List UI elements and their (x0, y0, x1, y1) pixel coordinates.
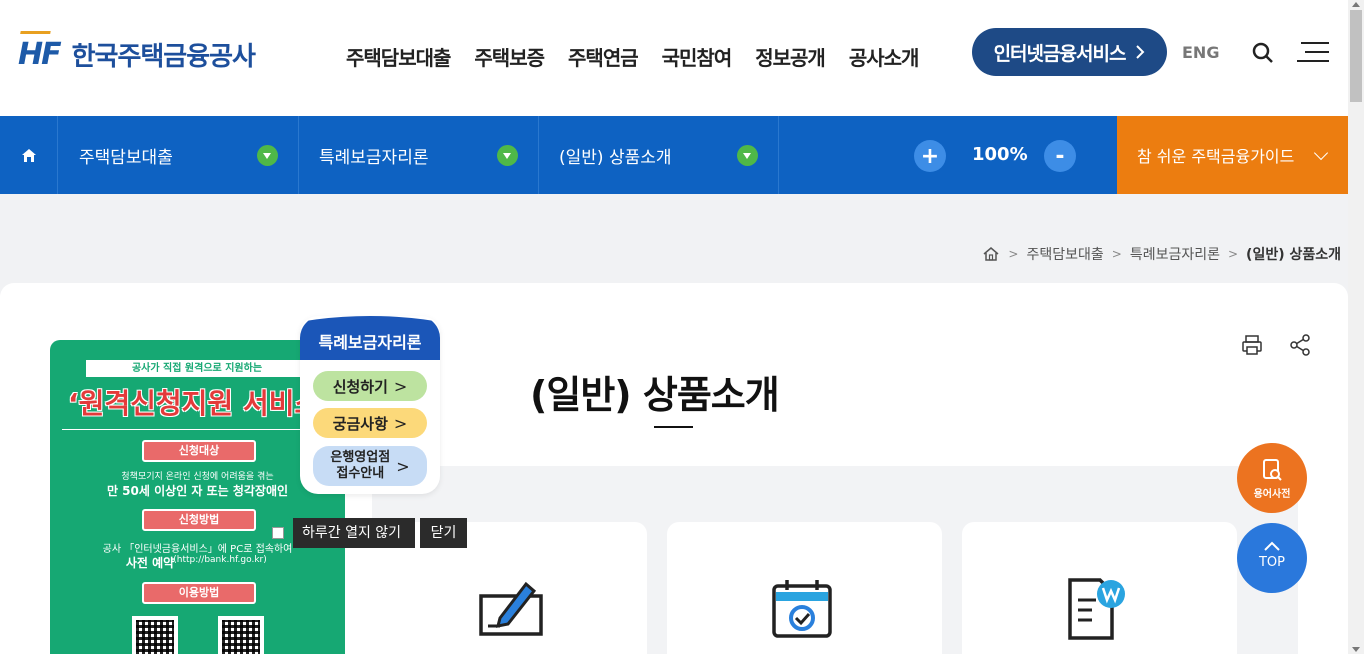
home-button[interactable] (0, 116, 58, 194)
dictionary-label: 용어사전 (1253, 489, 1291, 500)
search-icon[interactable] (1252, 42, 1274, 64)
print-icon[interactable] (1240, 333, 1264, 357)
popup-method-label: 신청방법 (142, 509, 256, 531)
top-label: TOP (1258, 555, 1285, 570)
zoom-level: 100% (972, 144, 1028, 165)
hf-logo-icon: HF (18, 31, 62, 72)
main-nav: 주택담보대출 주택보증 주택연금 국민참여 정보공개 공사소개 (346, 42, 920, 71)
nav-item-disclosure[interactable]: 정보공개 (755, 42, 826, 71)
zoom-out-button[interactable]: - (1044, 140, 1076, 172)
depth2-label: 특례보금자리론 (319, 147, 429, 168)
breadcrumb-separator-icon: > (1227, 247, 1239, 261)
no-more-today-checkbox[interactable] (272, 527, 284, 539)
depth3-select[interactable]: (일반) 상품소개 (539, 116, 779, 194)
chevron-up-icon (1264, 541, 1280, 551)
breadcrumb-item[interactable]: 주택담보대출 (1026, 244, 1103, 264)
nav-item-participation[interactable]: 국민참여 (662, 42, 733, 71)
chevron-right-icon: > (393, 376, 408, 396)
popup-usage-label: 이용방법 (142, 582, 256, 604)
dropdown-arrow-icon (737, 145, 758, 166)
internet-service-button[interactable]: 인터넷금융서비스 (972, 28, 1167, 76)
logo[interactable]: HF 한국주택금융공사 (18, 31, 256, 73)
logo-text: 한국주택금융공사 (71, 42, 256, 72)
popup-headline: ‘원격신청지원 서비스 (68, 387, 321, 420)
product-card[interactable] (962, 522, 1237, 654)
home-icon (21, 148, 36, 162)
popup-method-url: (http://bank.hf.go.kr) (173, 555, 267, 565)
dropdown-arrow-icon (497, 145, 518, 166)
breadcrumb-separator-icon: > (1008, 247, 1019, 261)
zoom-in-button[interactable]: + (914, 140, 946, 172)
scroll-top-button[interactable]: TOP (1237, 523, 1307, 593)
no-more-today-button[interactable]: 하루간 열지 않기 (293, 518, 415, 548)
depth2-select[interactable]: 특례보금자리론 (299, 116, 539, 194)
branch-info-label: 은행영업점 접수안내 (330, 450, 391, 481)
nav-item-about[interactable]: 공사소개 (849, 42, 920, 71)
faq-button[interactable]: 궁금사항 > (313, 408, 427, 438)
housing-finance-guide-button[interactable]: 참 쉬운 주택금융가이드 (1117, 116, 1348, 194)
depth1-label: 주택담보대출 (79, 147, 173, 168)
internet-service-label: 인터넷금융서비스 (993, 42, 1127, 65)
nav-item-pension[interactable]: 주택연금 (568, 42, 639, 71)
guide-label: 참 쉬운 주택금융가이드 (1137, 147, 1295, 166)
product-card[interactable] (667, 522, 942, 654)
popup-top-banner: 공사가 직접 원격으로 지원하는 (86, 360, 308, 377)
divider (62, 429, 333, 430)
qr-code-icon (218, 616, 264, 654)
chevron-right-icon: > (396, 456, 410, 476)
document-won-icon (1068, 578, 1125, 640)
scroll-up-icon[interactable] (1352, 2, 1360, 7)
chevron-down-icon (1313, 145, 1329, 161)
depth3-label: (일반) 상품소개 (559, 147, 672, 168)
nav-item-guarantee[interactable]: 주택보증 (474, 42, 545, 71)
location-bar: 주택담보대출 특례보금자리론 (일반) 상품소개 + 100% - 참 쉬운 주… (0, 116, 1348, 194)
branch-info-button[interactable]: 은행영업점 접수안내 > (313, 446, 427, 486)
language-eng-link[interactable]: ENG (1182, 43, 1219, 62)
special-loan-title: 특례보금자리론 (300, 316, 440, 360)
site-header: HF 한국주택금융공사 주택담보대출 주택보증 주택연금 국민참여 정보공개 공… (0, 0, 1348, 116)
apply-button[interactable]: 신청하기 > (313, 371, 427, 401)
apply-label: 신청하기 (332, 377, 388, 396)
page-scrollbar[interactable] (1348, 0, 1364, 654)
dictionary-button[interactable]: 용어사전 (1237, 443, 1307, 513)
popup-close-button[interactable]: 닫기 (420, 518, 467, 548)
scrollbar-thumb[interactable] (1350, 10, 1362, 102)
popup-target-label: 신청대상 (142, 440, 256, 462)
chevron-right-icon (1136, 45, 1145, 59)
hamburger-menu-icon[interactable] (1297, 42, 1329, 62)
breadcrumb: > 주택담보대출 > 특례보금자리론 > (일반) 상품소개 (982, 244, 1341, 264)
share-icon[interactable] (1288, 333, 1312, 357)
breadcrumb-current: (일반) 상품소개 (1246, 247, 1341, 263)
qr-code-icon (132, 616, 178, 654)
popup-target-main: 만 50세 이상인 자 또는 청각장애인 (106, 484, 289, 498)
dropdown-arrow-icon (257, 145, 278, 166)
nav-item-mortgage[interactable]: 주택담보대출 (346, 42, 451, 71)
scroll-down-icon[interactable] (1352, 647, 1360, 652)
title-underline (654, 426, 693, 428)
page-title: (일반) 상품소개 (530, 373, 780, 417)
breadcrumb-item[interactable]: 특례보금자리론 (1130, 244, 1220, 264)
apply-pen-icon (479, 581, 543, 636)
breadcrumb-separator-icon: > (1111, 247, 1122, 261)
depth1-select[interactable]: 주택담보대출 (59, 116, 299, 194)
faq-label: 궁금사항 (332, 414, 388, 433)
book-search-icon (1263, 459, 1282, 481)
chevron-right-icon: > (393, 413, 408, 433)
home-outline-icon[interactable] (982, 246, 1000, 262)
calendar-check-icon (772, 580, 832, 638)
